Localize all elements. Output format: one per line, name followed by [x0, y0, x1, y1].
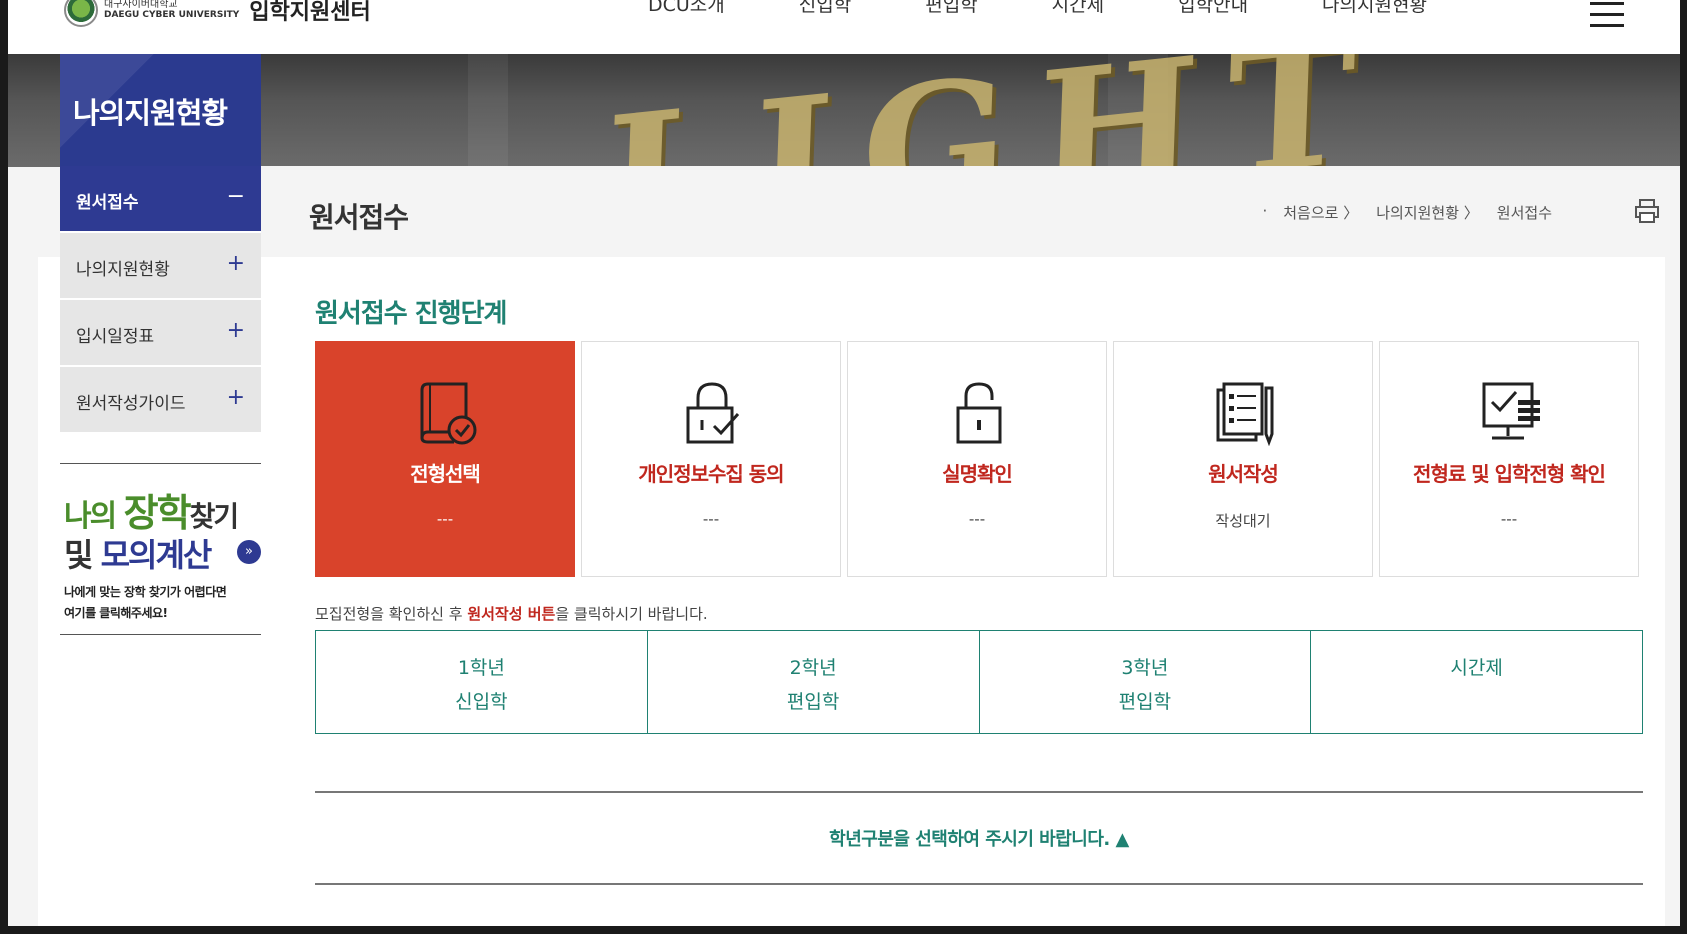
sidebar-item-label: 원서작성가이드 [76, 394, 186, 414]
document-pen-icon [1216, 382, 1274, 446]
collapse-icon[interactable]: − [227, 184, 245, 209]
grade-option-1-freshman[interactable]: 1학년 신입학 [316, 631, 648, 733]
step-identity-verify[interactable]: 실명확인 --- [847, 341, 1107, 577]
grade-select-message-box: 학년구분을 선택하여 주시기 바랍니다. ▲ [315, 791, 1643, 885]
step-state: --- [436, 510, 454, 528]
step-name: 원서작성 [1208, 462, 1279, 486]
monitor-check-icon [1482, 382, 1540, 440]
step-state: 작성대기 [1215, 512, 1271, 530]
step-state: --- [702, 510, 720, 528]
site-logo[interactable]: 대구사이버대학교 DAEGU CYBER UNIVERSITY 입학지원센터 [64, 0, 371, 28]
breadcrumb: · 처음으로 〉 나의지원현황 〉 원서접수 [1262, 202, 1552, 223]
sidebar-title: 나의지원현황 [60, 54, 261, 166]
top-header: 대구사이버대학교 DAEGU CYBER UNIVERSITY 입학지원센터 D… [8, 0, 1680, 54]
book-check-icon [420, 382, 477, 445]
sidebar-item-label: 원서접수 [76, 193, 139, 213]
logo-university-name: 대구사이버대학교 [104, 0, 178, 10]
expand-icon[interactable]: + [227, 318, 245, 343]
grade-select-message: 학년구분을 선택하여 주시기 바랍니다. ▲ [829, 829, 1129, 850]
nav-item-transfer[interactable]: 편입학 [925, 0, 977, 17]
nav-item-parttime[interactable]: 시간제 [1052, 0, 1104, 17]
step-name: 실명확인 [942, 462, 1013, 486]
instruction-text: 모집전형을 확인하신 후 원서작성 버튼을 클릭하시기 바랍니다. [315, 605, 708, 623]
banner-sign: LIGHT [601, 54, 1387, 167]
sidebar-item-schedule[interactable]: 입시일정표 + [60, 300, 261, 367]
lock-check-icon [686, 382, 740, 444]
promo-arrow-icon[interactable]: » [237, 540, 261, 564]
step-name: 개인정보수집 동의 [638, 462, 784, 486]
nav-item-my-application[interactable]: 나의지원현황 [1322, 0, 1427, 17]
step-name: 전형료 및 입학전형 확인 [1413, 462, 1606, 486]
print-icon[interactable] [1634, 198, 1660, 224]
grade-option-parttime[interactable]: 시간제 [1311, 631, 1642, 733]
step-state: --- [1500, 510, 1518, 528]
step-state: --- [968, 510, 986, 528]
page-frame: 대구사이버대학교 DAEGU CYBER UNIVERSITY 입학지원센터 D… [8, 0, 1680, 926]
sidebar-item-guide[interactable]: 원서작성가이드 + [60, 367, 261, 434]
scholarship-promo-banner[interactable]: 나의 장학찾기 및 모의계산 » 나에게 맞는 장학 찾기가 어렵다면 여기를 … [60, 463, 261, 635]
sidebar-item-label: 입시일정표 [76, 327, 155, 347]
nav-item-freshman[interactable]: 신입학 [799, 0, 851, 17]
step-fee-confirm[interactable]: 전형료 및 입학전형 확인 --- [1379, 341, 1639, 577]
progress-steps: 전형선택 --- 개인정보수집 동의 --- 실명확인 --- 원서작성 작성대… [315, 341, 1645, 577]
global-nav: DCU소개 신입학 편입학 시간제 입학안내 나의지원현황 [648, 0, 1501, 17]
breadcrumb-home[interactable]: 처음으로 〉 [1283, 202, 1358, 223]
nav-item-dcu[interactable]: DCU소개 [648, 0, 725, 17]
step-name: 전형선택 [410, 462, 481, 486]
sidebar-item-label: 나의지원현황 [76, 260, 170, 280]
sidebar-menu: 원서접수 − 나의지원현황 + 입시일정표 + 원서작성가이드 + [60, 166, 261, 434]
expand-icon[interactable]: + [227, 385, 245, 410]
logo-title: 입학지원센터 [249, 0, 371, 25]
breadcrumb-my-status[interactable]: 나의지원현황 〉 [1376, 202, 1479, 223]
grade-option-2-transfer[interactable]: 2학년 편입학 [648, 631, 980, 733]
grade-selector: 1학년 신입학 2학년 편입학 3학년 편입학 시간제 [315, 630, 1643, 734]
university-emblem-icon [64, 0, 98, 27]
step-privacy-consent[interactable]: 개인정보수집 동의 --- [581, 341, 841, 577]
page-title: 원서접수 [309, 201, 409, 234]
unlock-icon [956, 382, 1002, 444]
sidebar-title-text: 나의지원현황 [73, 96, 228, 130]
nav-item-admission-guide[interactable]: 입학안내 [1178, 0, 1248, 17]
expand-icon[interactable]: + [227, 251, 245, 276]
content-header: 원서접수 · 처음으로 〉 나의지원현황 〉 원서접수 [261, 166, 1680, 257]
sidebar-item-my-status[interactable]: 나의지원현황 + [60, 233, 261, 300]
breadcrumb-current: 원서접수 [1496, 204, 1552, 222]
grade-option-3-transfer[interactable]: 3학년 편입학 [980, 631, 1312, 733]
step-select-type[interactable]: 전형선택 --- [315, 341, 575, 577]
logo-university-english: DAEGU CYBER UNIVERSITY [104, 10, 240, 20]
main-content: 원서접수 진행단계 전형선택 --- 개인정보수집 동의 --- 실명확인 --… [261, 257, 1665, 926]
step-application-write[interactable]: 원서작성 작성대기 [1113, 341, 1373, 577]
hamburger-menu-icon[interactable] [1590, 2, 1624, 27]
promo-description: 나에게 맞는 장학 찾기가 어렵다면 여기를 클릭해주세요! [64, 585, 227, 620]
section-title: 원서접수 진행단계 [315, 299, 507, 329]
sidebar-item-application[interactable]: 원서접수 − [60, 166, 261, 233]
